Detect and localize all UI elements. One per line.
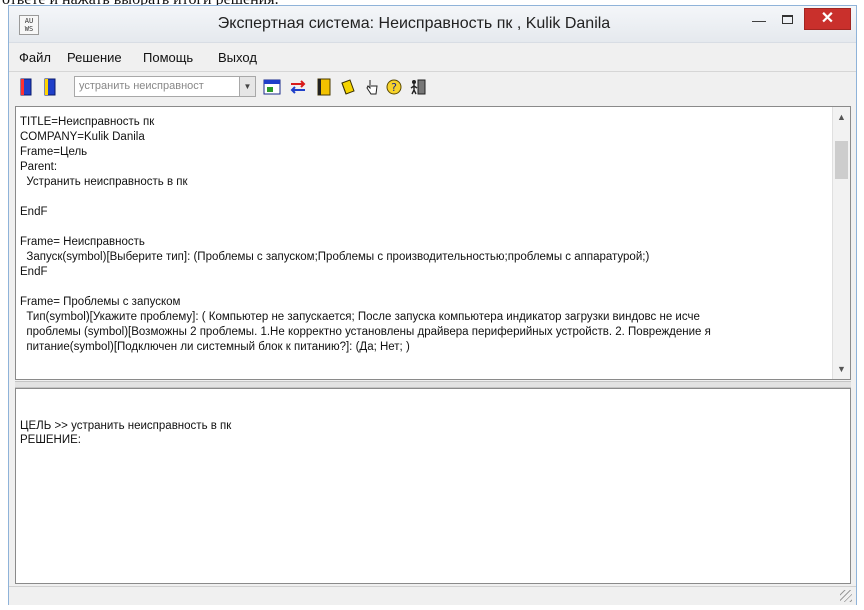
editor-line: проблемы (symbol)[Возможны 2 проблемы. 1… bbox=[20, 326, 711, 338]
output-content: ЦЕЛЬ >> устранить неисправность в пк РЕШЕ… bbox=[20, 419, 231, 447]
editor-line: TITLE=Неисправность пк bbox=[20, 116, 155, 128]
editor-content[interactable]: TITLE=Неисправность пк COMPANY=Kulik Dani… bbox=[20, 115, 828, 377]
book-blue-icon[interactable] bbox=[40, 75, 60, 98]
title-bar: AU WS Экспертная система: Неисправность п… bbox=[9, 6, 856, 43]
knowledge-base-editor[interactable]: TITLE=Неисправность пк COMPANY=Kulik Dani… bbox=[15, 106, 851, 380]
menu-exit[interactable]: Выход bbox=[218, 50, 257, 65]
pointer-hand-icon[interactable] bbox=[362, 75, 382, 98]
pane-splitter[interactable] bbox=[15, 381, 851, 388]
exit-person-icon[interactable] bbox=[408, 75, 428, 98]
yellow-book-icon[interactable] bbox=[338, 75, 358, 98]
menu-bar: Файл Решение Помощь Выход bbox=[9, 44, 856, 68]
editor-line: Frame= Проблемы с запуском bbox=[20, 296, 181, 308]
scroll-thumb[interactable] bbox=[835, 141, 848, 179]
editor-line: EndF bbox=[20, 266, 48, 278]
scroll-down-icon[interactable]: ▼ bbox=[833, 361, 850, 377]
editor-line: Frame= Неисправность bbox=[20, 236, 145, 248]
editor-line: COMPANY=Kulik Danila bbox=[20, 131, 145, 143]
status-bar bbox=[9, 586, 856, 605]
editor-line: Parent: bbox=[20, 161, 58, 173]
close-icon: ✕ bbox=[820, 10, 835, 27]
svg-text:?: ? bbox=[391, 81, 397, 94]
maximize-button[interactable] bbox=[775, 10, 801, 32]
chevron-down-icon[interactable]: ▼ bbox=[239, 77, 255, 96]
app-window: AU WS Экспертная система: Неисправность п… bbox=[8, 5, 857, 605]
menu-help[interactable]: Помощь bbox=[143, 50, 193, 65]
editor-line: EndF bbox=[20, 206, 48, 218]
toolbar: устранить неисправност ▼ ? bbox=[9, 71, 856, 101]
combo-value: устранить неисправност bbox=[79, 80, 204, 92]
consultation-output[interactable]: ЦЕЛЬ >> устранить неисправность в пк РЕШЕ… bbox=[15, 388, 851, 584]
book-blue-icon[interactable] bbox=[16, 75, 36, 98]
window-icon[interactable] bbox=[262, 75, 282, 98]
minimize-button[interactable]: — bbox=[746, 10, 772, 32]
editor-line: Тип(symbol)[Укажите проблему]: ( Компьют… bbox=[20, 311, 700, 323]
resize-grip-icon[interactable] bbox=[840, 590, 852, 602]
goal-combobox[interactable]: устранить неисправност ▼ bbox=[74, 76, 256, 97]
swap-arrows-icon[interactable] bbox=[288, 75, 308, 98]
output-line: ЦЕЛЬ >> устранить неисправность в пк bbox=[20, 420, 232, 432]
maximize-icon bbox=[782, 15, 793, 24]
editor-line: питание(symbol)[Подключен ли системный б… bbox=[20, 341, 410, 353]
notebook-icon[interactable] bbox=[314, 75, 334, 98]
editor-line: Frame=Цель bbox=[20, 146, 88, 158]
output-line: РЕШЕНИЕ: bbox=[20, 434, 81, 446]
editor-line: Запуск(symbol)[Выберите тип]: (Проблемы … bbox=[20, 251, 650, 263]
scroll-up-icon[interactable]: ▲ bbox=[833, 109, 850, 125]
menu-solution[interactable]: Решение bbox=[67, 50, 122, 65]
editor-scrollbar[interactable]: ▲ ▼ bbox=[832, 107, 850, 379]
help-icon[interactable]: ? bbox=[384, 75, 404, 98]
window-title: Экспертная система: Неисправность пк , K… bbox=[217, 15, 611, 32]
menu-file[interactable]: Файл bbox=[19, 50, 51, 65]
close-button[interactable]: ✕ bbox=[804, 8, 851, 30]
editor-line: Устранить неисправность в пк bbox=[20, 176, 188, 188]
